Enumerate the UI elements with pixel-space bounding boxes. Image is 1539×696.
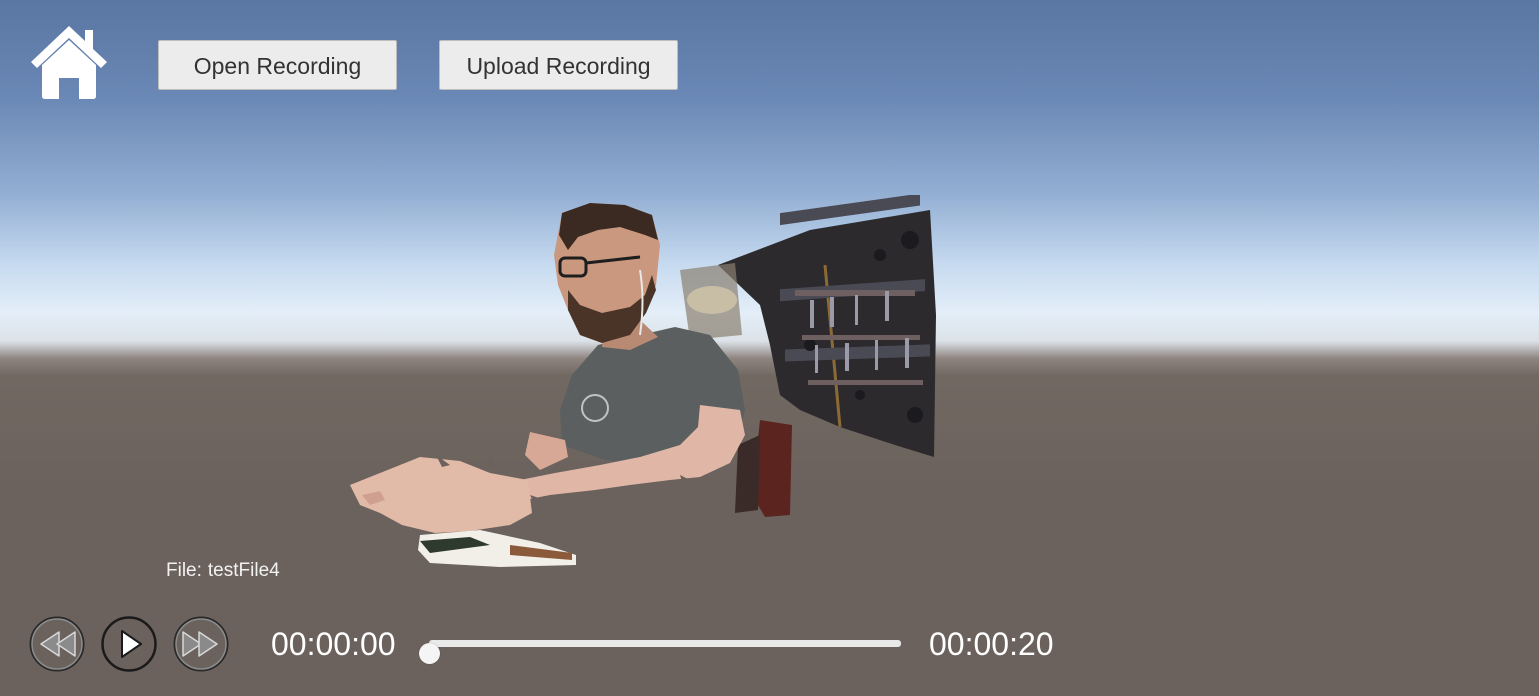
home-icon[interactable] <box>28 22 110 100</box>
play-button[interactable] <box>101 616 157 672</box>
file-name-label: File: testFile4 <box>166 560 286 582</box>
file-prefix: File: <box>166 560 202 581</box>
rewind-button[interactable] <box>29 616 85 672</box>
point-cloud-render <box>340 193 960 585</box>
seek-handle[interactable] <box>419 643 440 664</box>
total-time: 00:00:20 <box>929 626 1054 662</box>
file-name: testFile4 <box>207 560 280 581</box>
seek-slider[interactable] <box>419 630 905 664</box>
open-recording-button[interactable]: Open Recording <box>158 40 397 90</box>
upload-recording-button[interactable]: Upload Recording <box>439 40 678 90</box>
scene-viewport[interactable]: Open Recording Upload Recording File: te… <box>0 0 1539 696</box>
seek-track[interactable] <box>419 640 901 664</box>
fast-forward-icon <box>173 616 229 672</box>
rewind-icon <box>29 616 85 672</box>
bookshelf <box>718 193 936 457</box>
play-icon <box>101 616 157 672</box>
fast-forward-button[interactable] <box>173 616 229 672</box>
current-time: 00:00:00 <box>271 626 396 662</box>
